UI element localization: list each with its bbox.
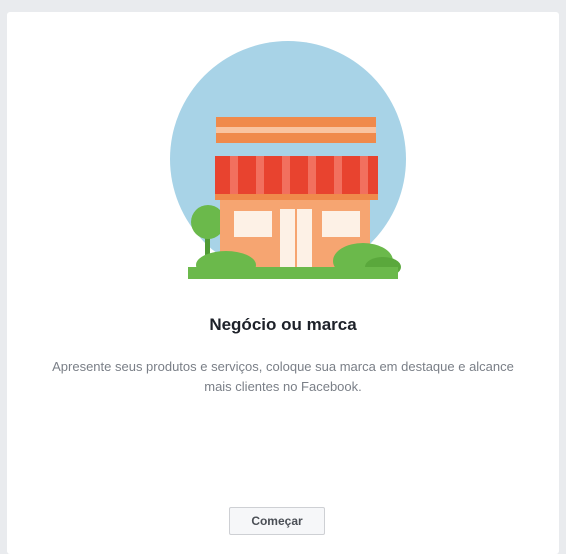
- card-description: Apresente seus produtos e serviços, colo…: [52, 359, 514, 394]
- start-button[interactable]: Começar: [229, 507, 325, 535]
- card-title: Negócio ou marca: [209, 315, 357, 334]
- storefront-icon: [170, 41, 406, 279]
- business-card: Negócio ou marca Apresente seus produtos…: [7, 12, 559, 554]
